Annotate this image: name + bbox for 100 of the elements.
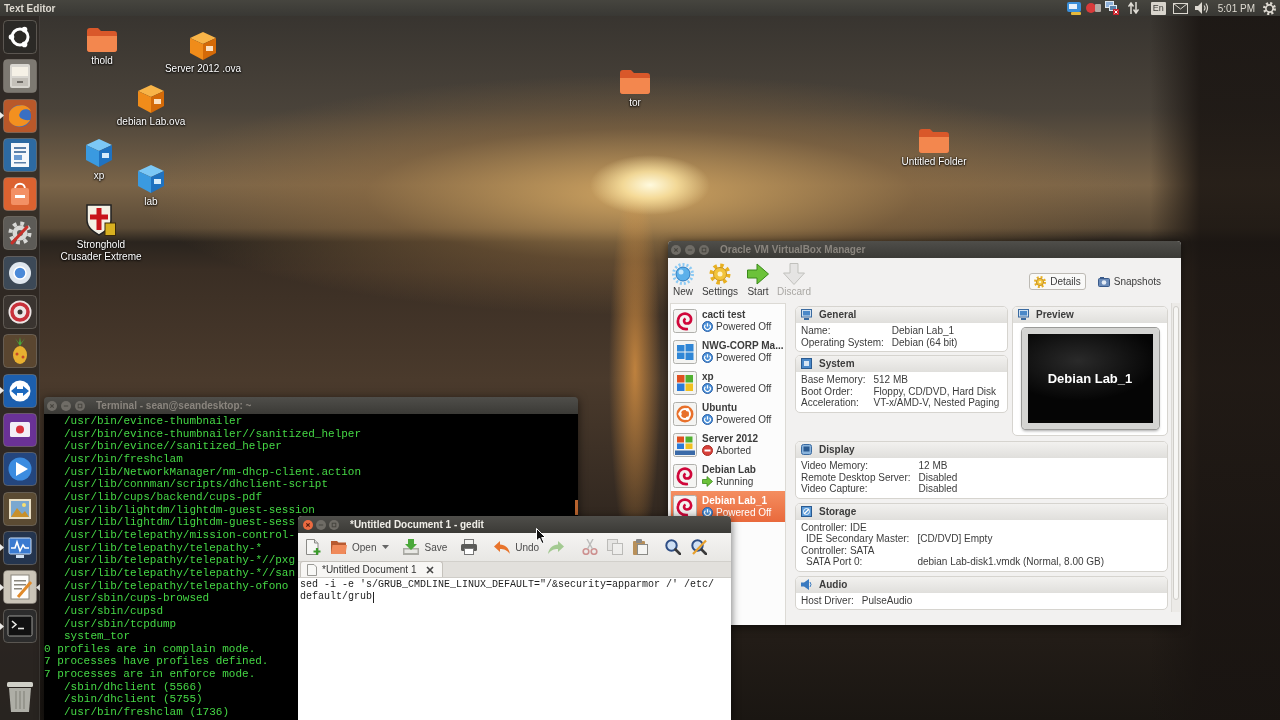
property-label: Controller: IDE	[801, 521, 867, 533]
scissors-icon	[582, 539, 599, 555]
terminal-line: system_tor	[64, 630, 130, 643]
desktop-item-label[interactable]: thold	[91, 55, 113, 67]
new-button[interactable]: New	[668, 263, 698, 298]
vm-list-item[interactable]: cacti test Powered Off	[671, 305, 785, 336]
terminal-line: /usr/bin/evince-thumbnailer//sanitized_helper	[64, 427, 362, 441]
desktop-item-label[interactable]: tor	[629, 97, 641, 109]
graph-monitor-icon[interactable]	[2, 530, 37, 565]
terminal-line: /usr/lib/connman/scripts/dhclient-script	[64, 478, 329, 491]
undo-arrow-icon	[494, 540, 511, 554]
cube-icon[interactable]	[86, 139, 112, 167]
section-title: Display	[819, 444, 855, 455]
desktop-item-label[interactable]: xp	[93, 170, 105, 182]
cube-icon[interactable]	[190, 32, 216, 60]
globe-icon[interactable]	[2, 98, 37, 133]
window-indicator-icon[interactable]	[1066, 1, 1081, 15]
volume-icon[interactable]	[1194, 2, 1209, 14]
file-cabinet-icon[interactable]	[2, 59, 37, 94]
open-button[interactable]: Open	[328, 535, 380, 559]
save-button[interactable]: Save	[400, 535, 451, 559]
snapshots-button[interactable]: Snapshots	[1092, 273, 1166, 290]
shield-icon[interactable]	[86, 204, 116, 236]
vm-name: NWG-CORP Ma...	[702, 339, 784, 352]
property-label: Video Memory:	[801, 460, 869, 472]
play-icon[interactable]	[2, 452, 37, 487]
gear-icon	[709, 263, 731, 285]
document-icon[interactable]	[2, 137, 37, 172]
desktop-item-label[interactable]: Stronghold Crusader Extreme	[57, 239, 145, 262]
settings-icon[interactable]	[2, 216, 37, 251]
vm-list-item[interactable]: xp Powered Off	[671, 367, 785, 398]
envelope-icon[interactable]	[1172, 2, 1188, 14]
property-label: Remote Desktop Server:	[801, 471, 911, 483]
desktop-item-label[interactable]: Untitled Folder	[901, 156, 967, 168]
scrollbar[interactable]	[1171, 303, 1180, 612]
terminal-line: 7 processes are in enforce mode.	[44, 668, 256, 681]
desktop-item-label[interactable]: debian Lab.ova	[116, 116, 186, 128]
screen-icon[interactable]	[2, 412, 37, 447]
property-value: PulseAudio	[861, 594, 913, 606]
shopping-bag-icon[interactable]	[2, 177, 37, 212]
terminal-line: /usr/lib/telepathy/mission-control-	[64, 528, 296, 542]
property-label: Name:	[801, 325, 831, 337]
vm-list-item[interactable]: Server 2012 Aborted	[671, 429, 785, 460]
text-area[interactable]: sed -i -e 's/GRUB_CMDLINE_LINUX_DEFAULT="/&security=apparmor /' /etc/ default/grub	[298, 578, 731, 720]
text-cursor	[373, 591, 374, 603]
terminal-icon[interactable]	[2, 609, 37, 644]
property-value: Floppy, CD/DVD, Hard Disk	[873, 385, 997, 397]
clock[interactable]: 5:01 PM	[1217, 2, 1255, 14]
window-title: Terminal - sean@seandesktop: ~	[96, 400, 252, 411]
ring-logo-icon	[673, 401, 697, 426]
flag-icon	[673, 370, 697, 395]
vm-list-item[interactable]: Debian Lab Running	[671, 460, 785, 491]
window-title: Oracle VM VirtualBox Manager	[720, 244, 866, 255]
settings-icon[interactable]	[1263, 1, 1276, 15]
keyboard-layout-indicator[interactable]: En	[1150, 1, 1166, 15]
terminal-line: /sbin/dhclient (5566)	[64, 680, 203, 694]
desktop-item-label[interactable]: Server 2012 .ova	[164, 63, 242, 75]
title-bar[interactable]: *Untitled Document 1 - gedit	[298, 516, 731, 533]
spiral-icon	[673, 308, 697, 333]
close-icon[interactable]	[425, 565, 434, 574]
record-icon[interactable]	[1085, 3, 1101, 13]
ring-logo-icon[interactable]	[2, 20, 37, 54]
vm-state: Powered Off	[716, 320, 772, 333]
vm-list-item[interactable]: Ubuntu Powered Off	[671, 398, 785, 429]
property-label: IDE Secondary Master:	[806, 533, 910, 545]
vm-list-item[interactable]: NWG-CORP Ma... Powered Off	[671, 336, 785, 367]
cube-icon[interactable]	[138, 85, 164, 113]
section-title: Preview	[1036, 309, 1074, 320]
terminal-line: /sbin/dhclient (5755)	[64, 693, 203, 707]
undo-button[interactable]: Undo	[491, 535, 543, 559]
vm-name: Server 2012	[702, 432, 759, 445]
vm-name: xp	[702, 370, 715, 383]
property-label: Host Driver:	[801, 594, 854, 606]
terminal-line: /usr/bin/evince//sanitized_helper	[64, 440, 282, 453]
desktop-item-label[interactable]: lab	[144, 196, 158, 208]
monitor-icon	[801, 309, 812, 320]
pineapple-icon[interactable]	[2, 334, 37, 369]
screen-icon	[801, 444, 812, 455]
property-value: [CD/DVD] Empty	[917, 533, 993, 545]
printer-icon	[461, 539, 478, 555]
notepad-icon[interactable]	[2, 570, 37, 605]
picture-icon[interactable]	[2, 491, 37, 526]
search-icon	[665, 539, 682, 555]
start-button[interactable]: Start	[742, 263, 774, 298]
download-tray-icon	[403, 539, 420, 555]
property-value: Debian Lab_1	[891, 325, 955, 337]
terminal-line: /usr/bin/evince-thumbnailer	[64, 415, 243, 428]
trash-icon[interactable]	[6, 682, 33, 712]
vm-state: Powered Off	[716, 351, 772, 364]
vm-name: cacti test	[702, 308, 747, 321]
details-button[interactable]: Details	[1029, 273, 1086, 290]
close-button[interactable]	[303, 519, 313, 530]
settings-button[interactable]: Settings	[698, 263, 742, 298]
vm-name: Debian Lab	[702, 463, 756, 476]
search-replace-icon	[691, 539, 708, 555]
document-tab[interactable]: *Untitled Document 1	[300, 561, 443, 577]
network-error-icon[interactable]	[1104, 1, 1119, 15]
transfer-arrows-icon[interactable]	[1127, 2, 1139, 14]
cube-icon[interactable]	[138, 165, 164, 193]
editor-text: sed -i -e 's/GRUB_CMDLINE_LINUX_DEFAULT="/&security=apparmor /' /etc/	[300, 579, 715, 591]
